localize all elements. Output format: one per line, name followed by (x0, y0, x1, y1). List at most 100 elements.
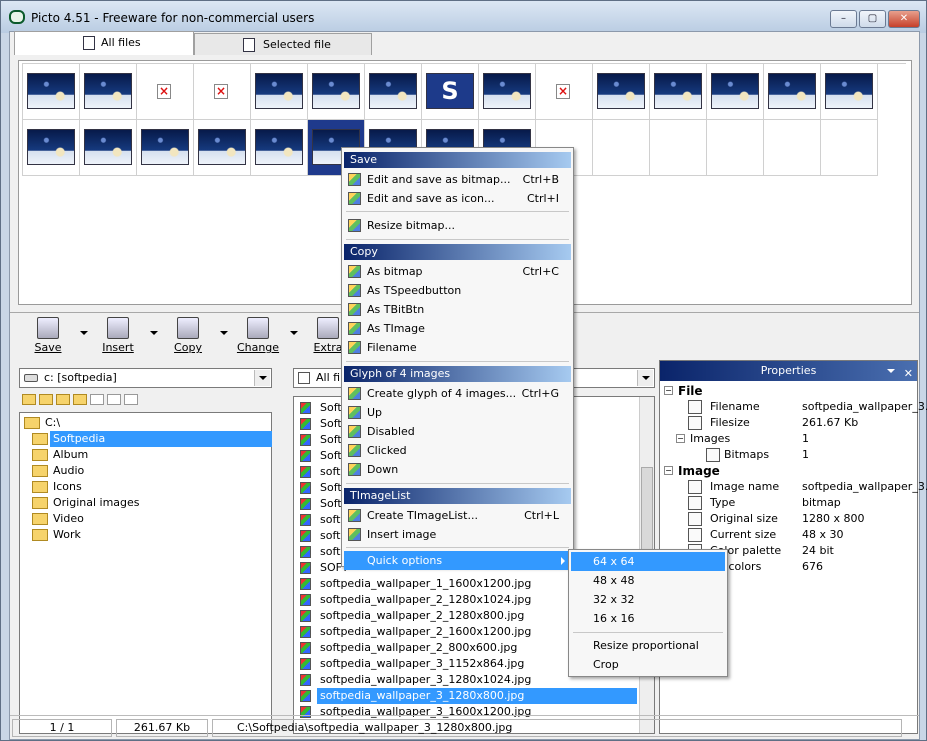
close-button[interactable]: ✕ (888, 10, 920, 28)
menu-item-edit-icon[interactable]: Edit and save as icon... Ctrl+I (344, 189, 571, 208)
copy-button[interactable]: Copy (158, 317, 228, 359)
menu-item-up[interactable]: Up (344, 403, 571, 422)
submenu-item-32[interactable]: 32 x 32 (571, 590, 725, 609)
change-button[interactable]: Change (228, 317, 298, 359)
thumbnail-cell[interactable] (650, 64, 707, 120)
folder-outline-icon[interactable] (124, 394, 138, 405)
folder-icons[interactable]: Icons (20, 479, 271, 495)
submenu-item-resize-proportional[interactable]: Resize proportional (571, 636, 725, 655)
maximize-button[interactable]: ▢ (859, 10, 886, 28)
thumbnail-cell[interactable] (593, 64, 650, 120)
thumbnail-cell[interactable]: S (422, 64, 479, 120)
thumbnail-cell[interactable] (707, 64, 764, 120)
folder-audio[interactable]: Audio (20, 463, 271, 479)
thumbnail-cell[interactable] (23, 120, 80, 176)
folder-icon[interactable] (22, 394, 36, 405)
menu-item-as-bitmap[interactable]: As bitmap Ctrl+C (344, 262, 571, 281)
folder-softpedia[interactable]: Softpedia (20, 431, 272, 447)
thumbnail-cell[interactable] (764, 64, 821, 120)
thumbnail-cell[interactable] (137, 120, 194, 176)
resize-icon (688, 528, 702, 542)
thumbnail-cell[interactable] (365, 64, 422, 120)
folder-work[interactable]: Work (20, 527, 271, 543)
chevron-down-icon[interactable] (887, 369, 895, 373)
collapse-icon[interactable]: − (676, 434, 685, 443)
thumbnail-cell[interactable] (593, 120, 650, 176)
thumbnail-cell[interactable] (23, 64, 80, 120)
menu-item-as-tbitbtn[interactable]: As TBitBtn (344, 300, 571, 319)
folder-original-images[interactable]: Original images (20, 495, 271, 511)
menu-label: Create TImageList... (367, 509, 478, 522)
menu-item-filename[interactable]: Filename (344, 338, 571, 357)
thumbnail-cell[interactable] (80, 64, 137, 120)
close-icon[interactable]: ✕ (904, 364, 913, 384)
thumbnail-cell[interactable] (80, 120, 137, 176)
image-icon (688, 480, 702, 494)
folder-label: Icons (53, 480, 82, 493)
thumbnail-cell[interactable] (707, 120, 764, 176)
property-section-image[interactable]: − Image (664, 463, 914, 479)
folder-video[interactable]: Video (20, 511, 271, 527)
folder-outline-icon[interactable] (90, 394, 104, 405)
minimize-button[interactable]: – (830, 10, 857, 28)
landscape-image-icon (348, 322, 361, 335)
submenu-item-64[interactable]: 64 x 64 (571, 552, 725, 571)
thumbnail-cell[interactable]: × (137, 64, 194, 120)
thumbnail-cell[interactable] (479, 64, 536, 120)
thumbnail-image (312, 73, 360, 109)
menu-label: Down (367, 463, 399, 476)
thumbnail-cell[interactable]: × (536, 64, 593, 120)
menu-item-create-glyph[interactable]: Create glyph of 4 images... Ctrl+G (344, 384, 571, 403)
menu-item-quick-options[interactable]: Quick options (344, 551, 571, 570)
chevron-down-icon[interactable] (220, 331, 228, 335)
monitor-icon (247, 317, 269, 339)
thumbnail-cell[interactable] (650, 120, 707, 176)
collapse-icon[interactable]: − (664, 466, 673, 475)
file-icon (243, 38, 255, 52)
save-button[interactable]: Save (18, 317, 88, 359)
menu-item-insert-image[interactable]: Insert image (344, 525, 571, 544)
menu-item-down[interactable]: Down (344, 460, 571, 479)
folder-album[interactable]: Album (20, 447, 271, 463)
chevron-down-icon[interactable] (637, 370, 653, 386)
menu-separator (346, 547, 569, 548)
collapse-icon[interactable]: − (664, 386, 673, 395)
tab-all-files[interactable]: All files (14, 31, 194, 55)
thumbnail-cell[interactable] (764, 120, 821, 176)
menu-item-as-timage[interactable]: As TImage (344, 319, 571, 338)
tab-selected-file[interactable]: Selected file (194, 33, 372, 55)
chevron-down-icon[interactable] (290, 331, 298, 335)
menu-item-resize-bitmap[interactable]: Resize bitmap... (344, 216, 571, 235)
insert-button[interactable]: Insert (88, 317, 158, 359)
chevron-down-icon[interactable] (150, 331, 158, 335)
folder-outline-icon[interactable] (107, 394, 121, 405)
menu-item-disabled[interactable]: Disabled (344, 422, 571, 441)
property-row[interactable]: − Images 1 (664, 431, 914, 447)
chevron-down-icon[interactable] (80, 331, 88, 335)
menu-item-clicked[interactable]: Clicked (344, 441, 571, 460)
menu-item-create-timagelist[interactable]: Create TImageList... Ctrl+L (344, 506, 571, 525)
submenu-item-48[interactable]: 48 x 48 (571, 571, 725, 590)
folder-icon[interactable] (56, 394, 70, 405)
thumbnail-cell[interactable] (194, 120, 251, 176)
thumbnail-cell[interactable] (251, 120, 308, 176)
menu-item-edit-bitmap[interactable]: Edit and save as bitmap... Ctrl+B (344, 170, 571, 189)
thumbnail-cell[interactable] (251, 64, 308, 120)
status-path: C:\Softpedia\softpedia_wallpaper_3_1280x… (212, 719, 902, 737)
thumbnail-image (369, 73, 417, 109)
thumbnail-cell[interactable]: × (194, 64, 251, 120)
folder-icon[interactable] (73, 394, 87, 405)
menu-item-as-tspeedbutton[interactable]: As TSpeedbutton (344, 281, 571, 300)
submenu-item-16[interactable]: 16 x 16 (571, 609, 725, 628)
thumbnail-cell[interactable] (821, 120, 878, 176)
drive-select[interactable]: c: [softpedia] (19, 368, 272, 388)
thumbnail-cell[interactable] (308, 64, 365, 120)
property-section-file[interactable]: − File (664, 383, 914, 399)
submenu-item-crop[interactable]: Crop (571, 655, 725, 674)
chevron-down-icon[interactable] (254, 370, 270, 386)
softpedia-logo-thumbnail: S (426, 73, 474, 109)
bitmap-icon (706, 448, 720, 462)
thumbnail-cell[interactable] (821, 64, 878, 120)
folder-icon[interactable] (39, 394, 53, 405)
folder-root[interactable]: C:\ (20, 415, 271, 431)
